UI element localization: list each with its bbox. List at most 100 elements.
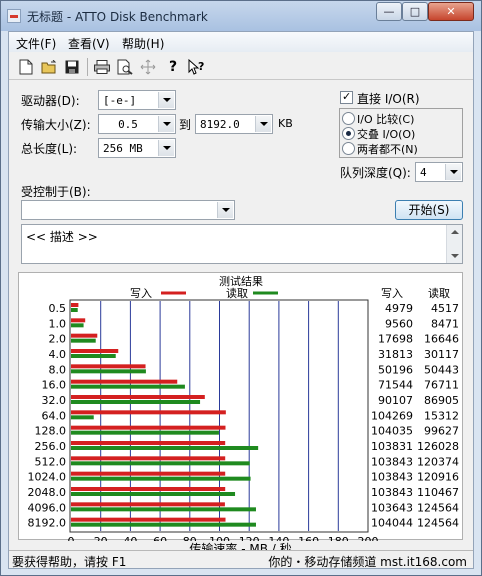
help-icon[interactable]: ?: [164, 58, 182, 76]
write-bar: [71, 318, 86, 323]
transfer-from-value: 0.5: [118, 118, 138, 131]
move-icon[interactable]: [139, 58, 157, 76]
transfer-size-label: 传输大小(Z):: [21, 118, 91, 132]
scroll-down-icon[interactable]: [451, 254, 459, 258]
io-compare-label[interactable]: I/O 比较(C): [357, 111, 414, 127]
write-value: 103643: [371, 501, 413, 514]
write-bar: [71, 456, 226, 461]
start-button[interactable]: 开始(S): [395, 200, 463, 220]
read-bar: [71, 308, 78, 312]
overlapped-io-label[interactable]: 交叠 I/O(O): [357, 126, 415, 142]
results-panel: 测试结果 写入 读取 写入 读取 0.5 1.0 2.0 4.0 8.0 16.0 32.0…: [18, 272, 463, 548]
menu-bar: 文件(F) 查看(V) 帮助(H): [9, 32, 473, 52]
write-bar: [71, 425, 226, 430]
write-bar: [71, 487, 226, 491]
menu-help[interactable]: 帮助(H): [122, 35, 164, 52]
controlled-by-select[interactable]: [21, 200, 235, 220]
read-value: 124564: [417, 501, 459, 514]
read-value: 126028: [417, 440, 459, 453]
close-button[interactable]: ✕: [428, 2, 474, 21]
read-value: 110467: [417, 486, 459, 499]
category-label: 1.0: [49, 317, 67, 330]
neither-radio[interactable]: [342, 142, 355, 155]
read-value: 16646: [424, 333, 459, 346]
chevron-down-icon[interactable]: [158, 140, 174, 156]
print-preview-icon[interactable]: [116, 58, 134, 76]
read-bar: [71, 446, 259, 450]
write-value: 103843: [371, 455, 413, 468]
minimize-button[interactable]: —: [376, 2, 402, 21]
read-bar: [71, 354, 116, 358]
write-value: 17698: [378, 333, 413, 346]
menu-file[interactable]: 文件(F): [16, 35, 56, 52]
overlapped-io-radio[interactable]: [342, 127, 355, 140]
read-bar: [71, 492, 236, 496]
category-label: 64.0: [42, 409, 67, 422]
read-bar: [71, 430, 219, 435]
status-bar: 要获得帮助，请按 F1 你的・移动存储频道 mst.it168.com: [9, 550, 473, 569]
direct-io-checkbox[interactable]: [340, 90, 353, 104]
write-bar: [71, 333, 98, 338]
chevron-down-icon[interactable]: [217, 202, 233, 218]
category-label: 4.0: [49, 348, 67, 361]
open-folder-icon[interactable]: [40, 58, 58, 76]
menu-view[interactable]: 查看(V): [68, 35, 110, 52]
chevron-down-icon[interactable]: [255, 116, 271, 132]
write-bar: [71, 364, 146, 369]
read-bar: [71, 507, 256, 512]
transfer-to-select[interactable]: 8192.0: [195, 114, 273, 134]
write-bar: [71, 502, 225, 507]
title-bar[interactable]: 无标题 - ATTO Disk Benchmark — □ ✕: [1, 1, 481, 31]
write-value: 31813: [378, 348, 413, 361]
category-label: 16.0: [42, 379, 67, 392]
neither-label[interactable]: 两者都不(N): [357, 141, 418, 157]
app-window: 无标题 - ATTO Disk Benchmark — □ ✕ 文件(F) 查看…: [0, 0, 482, 576]
drive-label: 驱动器(D):: [21, 94, 80, 108]
column-write-header: 写入: [381, 287, 403, 300]
drive-select[interactable]: [-e-]: [98, 90, 176, 110]
save-icon[interactable]: [63, 58, 81, 76]
read-value: 120374: [417, 455, 459, 468]
read-bar: [71, 522, 256, 527]
total-length-label: 总长度(L):: [21, 142, 78, 156]
client-area: 文件(F) 查看(V) 帮助(H) ? ? 驱动器(D): [-e-] 传输大小…: [8, 31, 474, 569]
chevron-down-icon[interactable]: [158, 92, 174, 108]
toolbar: ? ?: [9, 54, 473, 80]
scroll-up-icon[interactable]: [451, 230, 459, 234]
column-read-header: 读取: [428, 286, 450, 300]
write-value: 9560: [385, 317, 413, 330]
write-bar: [71, 303, 79, 307]
read-value: 120916: [417, 471, 459, 484]
new-document-icon[interactable]: [17, 58, 35, 76]
controlled-by-label: 受控制于(B):: [21, 185, 91, 199]
drive-value: [-e-]: [103, 94, 137, 107]
write-value: 50196: [378, 363, 413, 376]
app-icon: [7, 9, 21, 23]
io-compare-radio[interactable]: [342, 112, 355, 125]
category-label: 256.0: [35, 440, 67, 453]
transfer-from-select[interactable]: 0.5: [98, 114, 176, 134]
direct-io-label[interactable]: 直接 I/O(R): [357, 90, 420, 107]
chevron-down-icon[interactable]: [158, 116, 174, 132]
description-text: << 描述 >>: [26, 230, 98, 244]
total-length-select[interactable]: 256 MB: [98, 138, 176, 158]
write-value: 104269: [371, 409, 413, 422]
category-label: 0.5: [49, 302, 67, 315]
read-bar: [71, 369, 146, 374]
read-value: 15312: [424, 409, 459, 422]
status-help-text: 要获得帮助，请按 F1: [12, 555, 127, 569]
queue-depth-select[interactable]: 4: [415, 162, 463, 182]
queue-depth-value: 4: [420, 166, 427, 179]
read-value: 99627: [424, 425, 459, 438]
chevron-down-icon[interactable]: [445, 164, 461, 180]
print-icon[interactable]: [93, 58, 111, 76]
read-value: 124564: [417, 517, 459, 530]
category-label: 32.0: [42, 394, 67, 407]
context-help-icon[interactable]: ?: [187, 58, 205, 76]
results-chart: 测试结果 写入 读取 写入 读取 0.51.02.04.08.016.032.0…: [28, 275, 460, 548]
svg-text:?: ?: [198, 60, 204, 73]
description-textarea[interactable]: << 描述 >>: [21, 224, 463, 264]
description-scrollbar[interactable]: [446, 225, 462, 263]
maximize-button[interactable]: □: [402, 2, 428, 21]
read-bar: [71, 476, 251, 481]
